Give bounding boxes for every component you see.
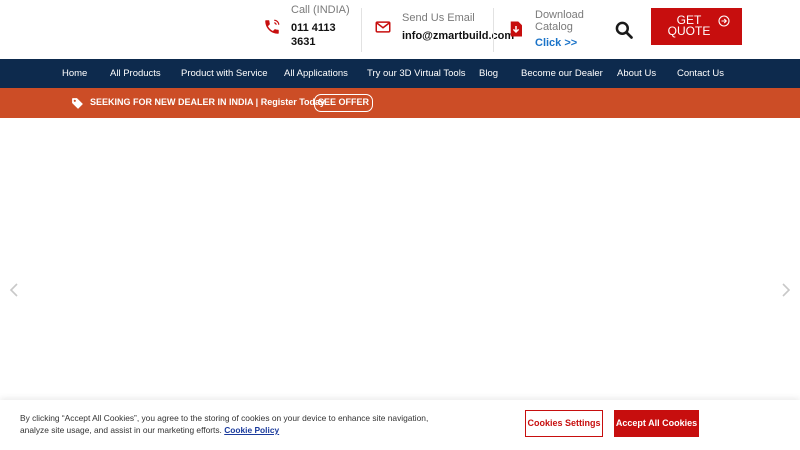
- page: Call (INDIA) 011 4113 3631 Send Us Email…: [0, 0, 800, 450]
- promo-bar: SEEKING FOR NEW DEALER IN INDIA | Regist…: [0, 88, 800, 118]
- nav-item-become-dealer[interactable]: Become our Dealer: [521, 59, 603, 88]
- divider: [493, 8, 494, 52]
- hero-slider: [0, 118, 800, 400]
- email-address[interactable]: info@zmartbuild.com: [402, 29, 514, 43]
- catalog-label: Download Catalog: [535, 9, 584, 33]
- divider: [361, 8, 362, 52]
- top-header: Call (INDIA) 011 4113 3631 Send Us Email…: [0, 0, 800, 59]
- email-label: Send Us Email: [402, 12, 475, 24]
- cookie-policy-link[interactable]: Cookie Policy: [224, 425, 279, 435]
- chevron-right-icon[interactable]: [781, 283, 791, 297]
- download-pdf-icon: [510, 21, 522, 37]
- accept-all-cookies-button[interactable]: Accept All Cookies: [614, 410, 699, 437]
- nav-item-all-applications[interactable]: All Applications: [284, 59, 348, 88]
- chevron-left-icon[interactable]: [9, 283, 19, 297]
- catalog-block[interactable]: Download Catalog Click >>: [507, 4, 591, 49]
- nav-item-home[interactable]: Home: [62, 59, 87, 88]
- cookies-settings-button[interactable]: Cookies Settings: [525, 410, 603, 437]
- get-quote-label: GET QUOTE: [667, 13, 711, 38]
- search-icon[interactable]: [614, 20, 634, 40]
- call-number[interactable]: 011 4113 3631: [291, 21, 351, 49]
- cookie-text-block: By clicking “Accept All Cookies”, you ag…: [20, 412, 440, 436]
- call-label: Call (INDIA): [291, 4, 350, 16]
- catalog-link[interactable]: Click >>: [535, 37, 591, 49]
- nav-item-3d-virtual-tools[interactable]: Try our 3D Virtual Tools: [367, 59, 466, 88]
- see-offer-button[interactable]: SEE OFFER: [314, 94, 373, 112]
- call-block[interactable]: Call (INDIA) 011 4113 3631: [263, 4, 351, 49]
- tag-icon: [72, 98, 83, 109]
- phone-icon: [265, 19, 280, 34]
- get-quote-button[interactable]: GET QUOTE: [651, 8, 742, 45]
- envelope-icon: [375, 21, 391, 33]
- nav-item-about-us[interactable]: About Us: [617, 59, 656, 88]
- promo-text[interactable]: SEEKING FOR NEW DEALER IN INDIA | Regist…: [90, 97, 325, 107]
- nav-item-contact-us[interactable]: Contact Us: [677, 59, 724, 88]
- nav-item-all-products[interactable]: All Products: [110, 59, 161, 88]
- cookie-banner: By clicking “Accept All Cookies”, you ag…: [0, 400, 800, 450]
- nav-item-blog[interactable]: Blog: [479, 59, 498, 88]
- main-nav: Home All Products Product with Service A…: [0, 59, 800, 88]
- arrow-circle-icon: [718, 15, 730, 27]
- nav-item-product-with-service[interactable]: Product with Service: [181, 59, 268, 88]
